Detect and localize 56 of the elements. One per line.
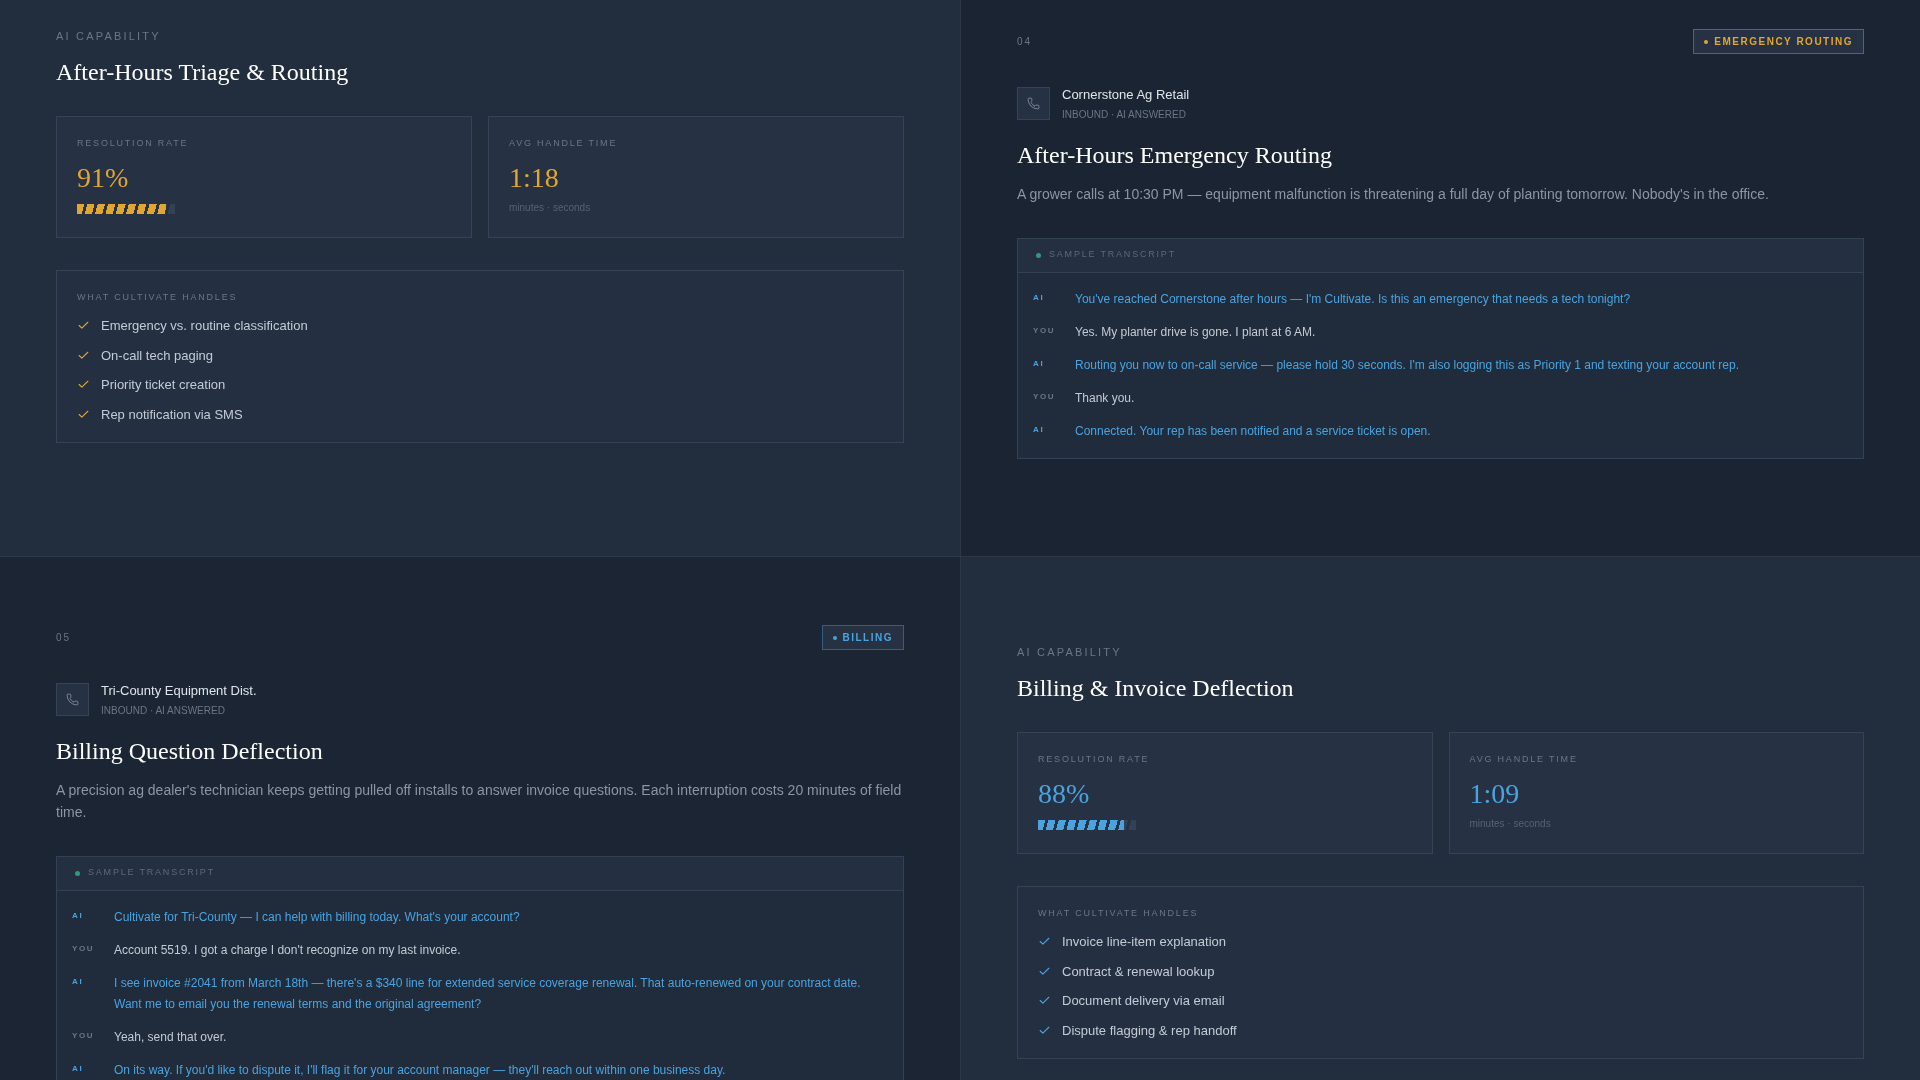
speaker-label: AI [1033, 423, 1046, 436]
handles-item: Rep notification via SMS [101, 405, 243, 424]
section-eyebrow: AI CAPABILITY [56, 29, 162, 44]
handles-heading: WHAT CULTIVATE HANDLES [1038, 906, 1200, 920]
speaker-label: YOU [1033, 324, 1057, 337]
transcript-message: Connected. Your rep has been notified and a service ticket is open. [1075, 422, 1431, 440]
metric-value: 91% [77, 164, 130, 192]
phone-icon [56, 682, 89, 716]
transcript-message: On its way. If you'd like to dispute it, I'll flag it for your account manager — they'll reach out within one business day. [114, 1061, 726, 1079]
category-badge: EMERGENCY ROUTING [1693, 29, 1864, 54]
scenario-description: A grower calls at 10:30 PM — equipment malfunction is threatening a full day of planting tomorrow. Nobody's in the office. [1017, 184, 1770, 204]
metric-label: RESOLUTION RATE [1038, 752, 1151, 766]
metric-value: 1:09 [1469, 780, 1521, 808]
speaker-label: AI [72, 1062, 85, 1075]
handles-item: Dispute flagging & rep handoff [1062, 1021, 1237, 1040]
caller-meta: INBOUND · AI ANSWERED [1062, 107, 1187, 122]
caller-name: Tri-County Equipment Dist. [101, 682, 257, 700]
metric-label: AVG HANDLE TIME [1469, 752, 1579, 766]
caller-name: Cornerstone Ag Retail [1062, 86, 1190, 104]
handles-item: Priority ticket creation [101, 376, 226, 394]
speaker-label: AI [1033, 291, 1046, 304]
transcript-message: I see invoice #2041 from March 18th — there's a $340 line for extended service coverage renewal. That auto-renewed on your contract date. Want me to email you the renewal terms and the original agreement? [114, 974, 862, 1013]
speaker-label: YOU [1033, 390, 1057, 403]
transcript-message: Cultivate for Tri-County — I can help with billing today. What's your account? [114, 908, 520, 926]
phone-icon [1017, 86, 1050, 120]
section-eyebrow: AI CAPABILITY [1017, 645, 1123, 660]
scenario-number: 05 [56, 631, 72, 645]
transcript-message: Yeah, send that over. [114, 1028, 227, 1046]
scenario-title: Billing Question Deflection [56, 736, 324, 766]
speaker-label: AI [72, 975, 85, 988]
transcript-message: Thank you. [1075, 389, 1135, 407]
speaker-label: AI [72, 909, 85, 922]
transcript-message: Yes. My planter drive is gone. I plant at 6 AM. [1075, 323, 1316, 341]
scenario-title: After-Hours Emergency Routing [1017, 140, 1333, 170]
handles-heading: WHAT CULTIVATE HANDLES [77, 290, 239, 304]
section-title: Billing & Invoice Deflection [1017, 673, 1295, 703]
metric-label: RESOLUTION RATE [77, 136, 190, 150]
handles-item: Document delivery via email [1062, 992, 1225, 1010]
metric-value: 1:18 [509, 164, 560, 192]
transcript-message: You've reached Cornerstone after hours — I'm Cultivate. Is this an emergency that needs a tech tonight? [1075, 290, 1631, 308]
metric-label: AVG HANDLE TIME [509, 136, 619, 150]
scenario-description: A precision ag dealer's technician keeps getting pulled off installs to answer invoice questions. Each interruption costs 20 minutes of field time. [56, 780, 903, 822]
speaker-label: YOU [72, 1029, 96, 1042]
category-badge: BILLING [821, 625, 904, 650]
handles-item: On-call tech paging [101, 346, 213, 365]
metric-value: 88% [1038, 780, 1091, 808]
handles-item: Contract & renewal lookup [1062, 962, 1215, 981]
handles-item: Emergency vs. routine classification [101, 317, 308, 335]
transcript-message: Routing you now to on-call service — please hold 30 seconds. I'm also logging this as Priority 1 and texting your account rep. [1075, 356, 1739, 374]
section-title: After-Hours Triage & Routing [56, 57, 350, 87]
speaker-label: YOU [72, 942, 96, 955]
caller-meta: INBOUND · AI ANSWERED [101, 703, 226, 718]
handles-item: Invoice line-item explanation [1062, 933, 1227, 951]
transcript-message: Account 5519. I got a charge I don't recognize on my last invoice. [114, 941, 461, 959]
scenario-number: 04 [1017, 35, 1033, 49]
speaker-label: AI [1033, 357, 1046, 370]
